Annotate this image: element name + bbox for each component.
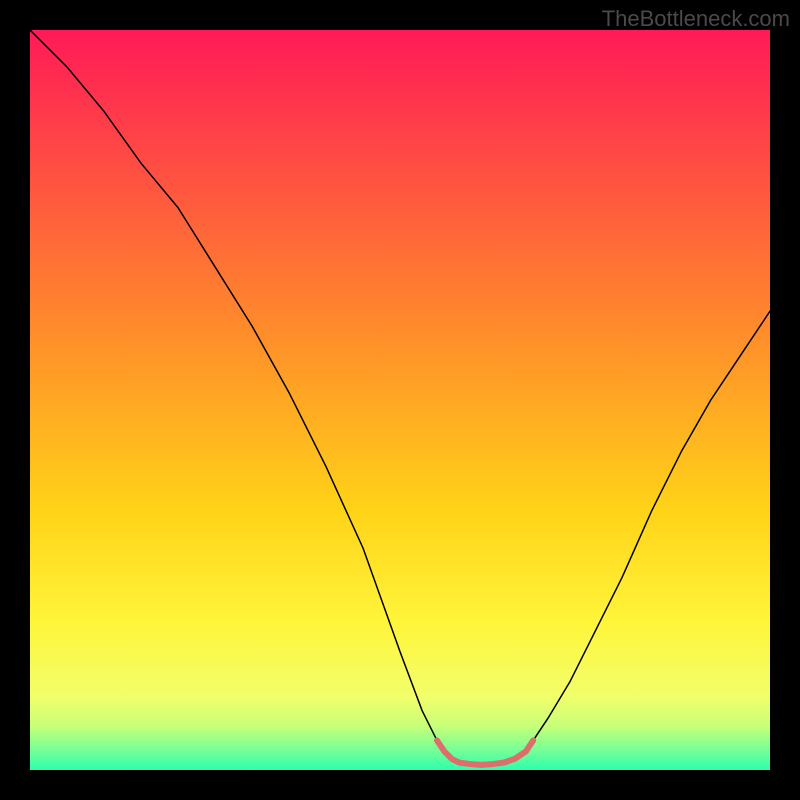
chart-container: TheBottleneck.com (0, 0, 800, 800)
watermark: TheBottleneck.com (602, 6, 790, 32)
plot-area (30, 30, 770, 770)
plot-svg (30, 30, 770, 770)
gradient-background (30, 30, 770, 770)
